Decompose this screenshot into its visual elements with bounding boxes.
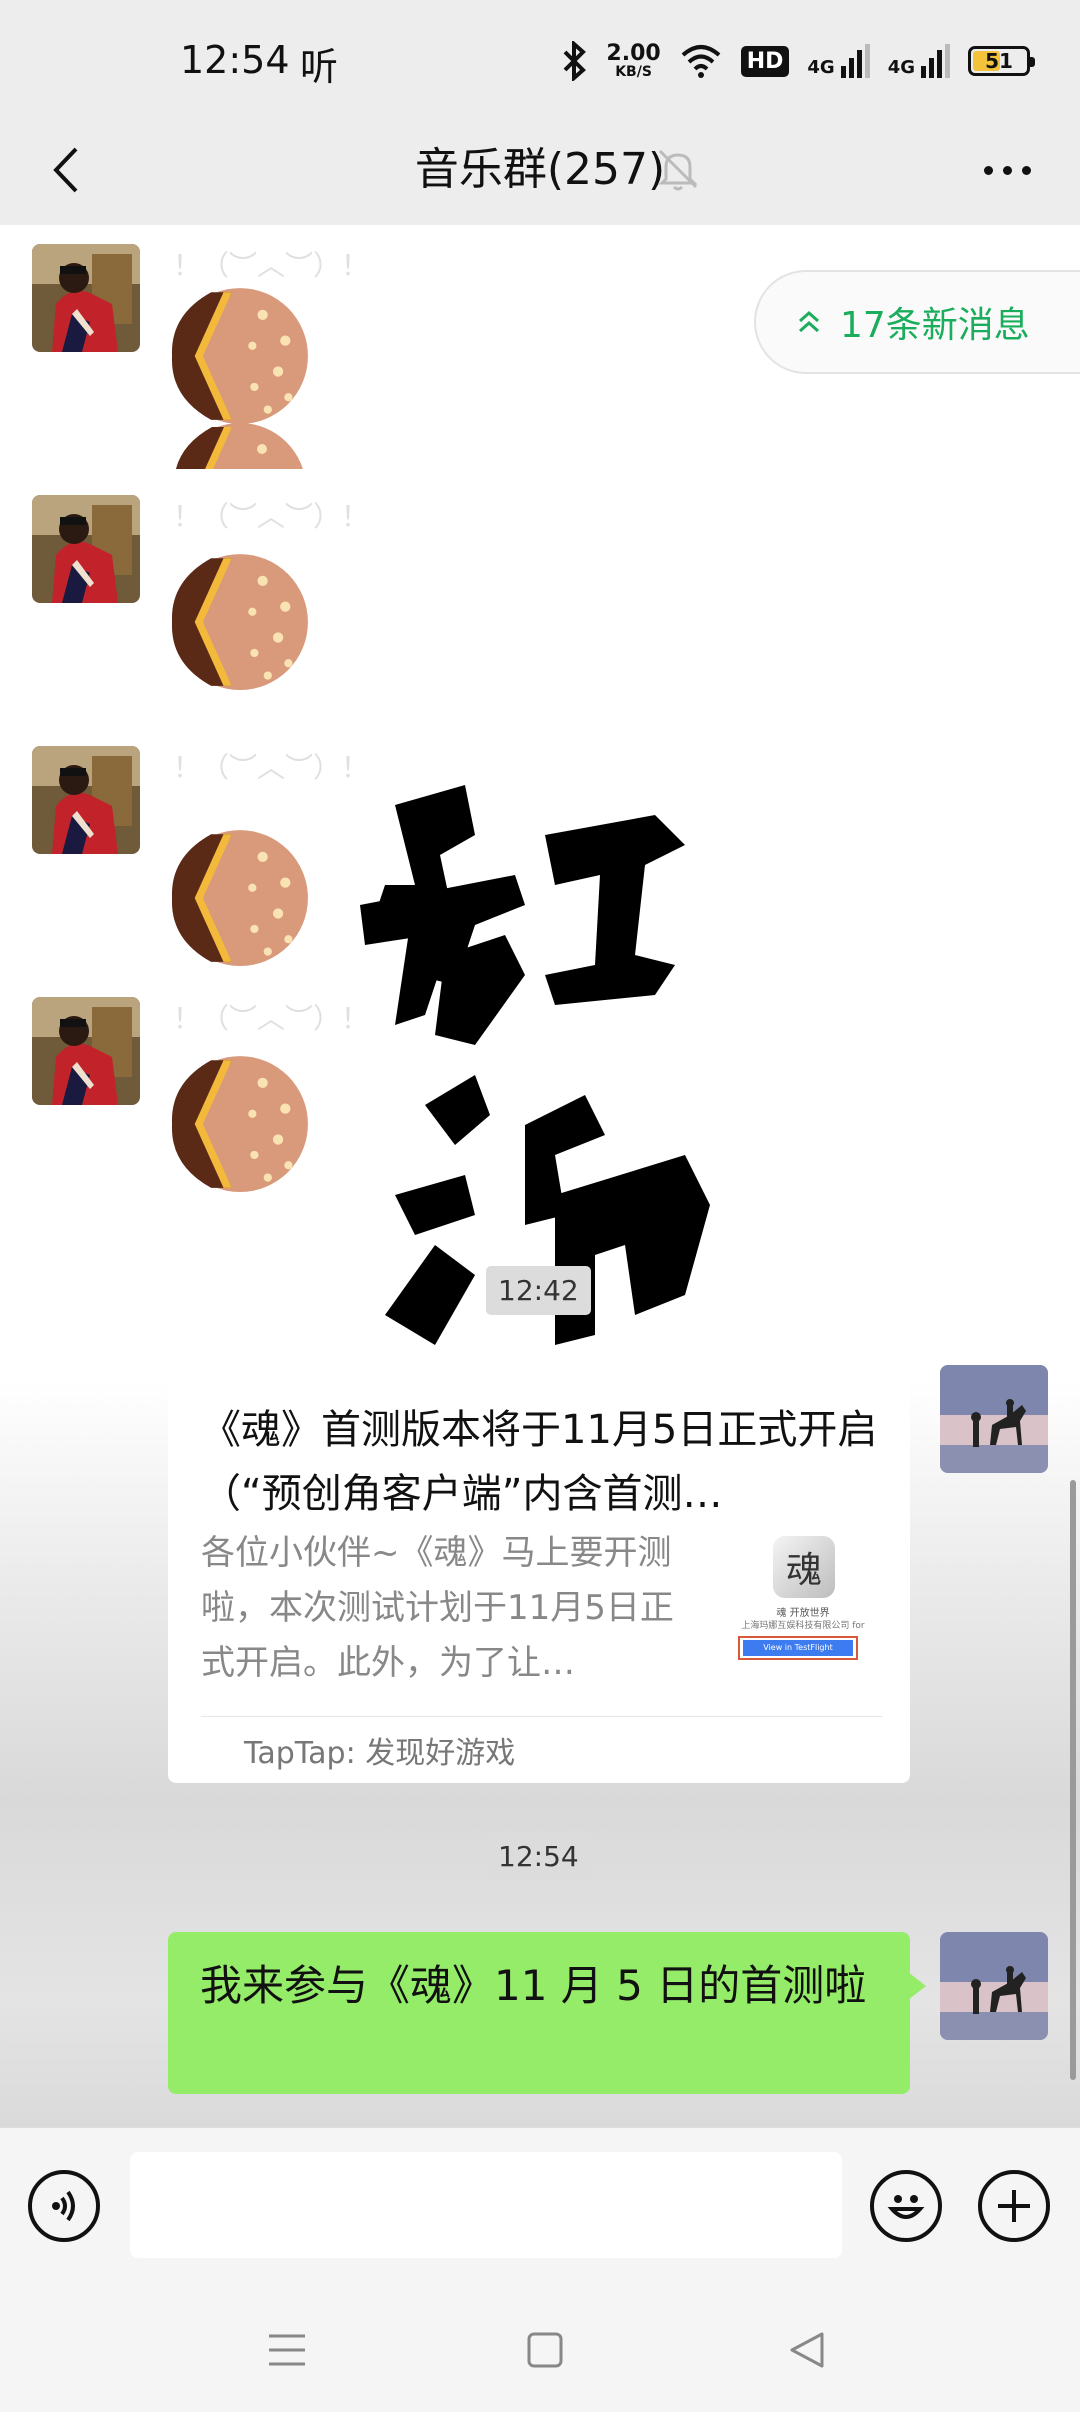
link-card-thumbnail: 魂 魂 开放世界 上海玛娜互娱科技有限公司 for View in TestFl…: [728, 1536, 878, 1666]
sticker-message[interactable]: ！（︶︿︶）！: [165, 746, 369, 966]
network-speed: 2.00 KB/S: [606, 41, 661, 80]
square-icon: [527, 2332, 563, 2368]
home-button[interactable]: [520, 2325, 570, 2375]
burger-sticker: [171, 554, 308, 690]
timestamp: 12:42: [486, 1266, 591, 1315]
ting-icon: 听: [300, 45, 339, 89]
status-time: 12:54: [180, 38, 290, 82]
sender-avatar[interactable]: [32, 997, 140, 1105]
hd-badge: HD: [740, 45, 790, 77]
scrollbar[interactable]: [1070, 1480, 1076, 2080]
my-message-bubble[interactable]: 我来参与《魂》11 月 5 日的首测啦: [168, 1932, 926, 2094]
voice-input-button[interactable]: [28, 2170, 100, 2242]
my-avatar[interactable]: [940, 1365, 1048, 1473]
timestamp: 12:54: [486, 1832, 591, 1881]
sticker-caption: ！（︶︿︶）！: [173, 500, 370, 533]
app-icon: 魂: [773, 1536, 835, 1598]
plus-icon: [998, 2190, 1030, 2222]
new-messages-label: 17条新消息: [840, 305, 1030, 346]
link-card-divider: [201, 1716, 882, 1717]
sender-avatar[interactable]: [32, 244, 140, 352]
input-bar: [0, 2127, 1080, 2288]
mute-bell-icon: [658, 149, 698, 191]
battery-percent: 51: [985, 49, 1013, 73]
sticker-caption: ！（︶︿︶）！: [173, 1002, 370, 1035]
battery-icon: 51: [968, 46, 1035, 76]
burger-sticker: [171, 288, 308, 424]
network-speed-value: 2.00: [606, 41, 661, 66]
signal-4g-2-icon: 4G: [888, 44, 950, 78]
back-nav-button[interactable]: [782, 2325, 832, 2375]
bluetooth-icon: [563, 41, 587, 81]
chat-title: 音乐群(257): [414, 144, 666, 195]
wifi-icon: [681, 45, 721, 78]
link-card-source: TapTap: 发现好游戏: [244, 1736, 516, 1771]
double-chevron-up-icon: [799, 310, 819, 333]
status-icons: 2.00 KB/S HD 4G 4G 51: [562, 36, 1035, 86]
net-label: 4G: [807, 57, 835, 78]
status-bar: 12:54 听 2.00 KB/S HD 4G 4G 51: [0, 0, 1080, 115]
burger-sticker: [171, 1056, 308, 1192]
sticker-caption: ！（︶︿︶）！: [173, 751, 370, 784]
menu-icon: [269, 2334, 305, 2366]
thumb-caption: 魂 开放世界: [776, 1608, 830, 1619]
sticker-message[interactable]: ！（︶︿︶）！: [165, 244, 369, 469]
more-options-button[interactable]: [962, 140, 1052, 200]
link-card-message[interactable]: 《魂》首测版本将于11月5日正式开启（“预创角客户端”内含首测… 各位小伙伴~《…: [168, 1368, 910, 1783]
link-card-title: 《魂》首测版本将于11月5日正式开启（“预创角客户端”内含首测…: [201, 1407, 878, 1517]
thumb-company: 上海玛娜互娱科技有限公司 for: [741, 1621, 865, 1631]
burger-sticker: [171, 830, 308, 966]
triangle-back-icon: [790, 2332, 824, 2368]
emoji-icon: [887, 2195, 925, 2219]
network-speed-unit: KB/S: [615, 64, 652, 80]
burger-sticker: [173, 423, 306, 469]
my-avatar[interactable]: [940, 1932, 1048, 2040]
chat-header: 音乐群(257): [0, 115, 1080, 225]
message-input[interactable]: [130, 2152, 842, 2258]
sender-avatar[interactable]: [32, 746, 140, 854]
new-messages-button[interactable]: 17条新消息: [754, 270, 1080, 374]
sticker-message[interactable]: ！（︶︿︶）！: [165, 997, 369, 1217]
link-card-description: 各位小伙伴~《魂》马上要开测啦，本次测试计划于11月5日正式开启。此外，为了让…: [201, 1533, 674, 1683]
signal-4g-1-icon: 4G: [807, 44, 870, 78]
emoji-button[interactable]: [870, 2170, 942, 2242]
sticker-message[interactable]: ！（︶︿︶）！: [165, 495, 369, 715]
sticker-caption: ！（︶︿︶）！: [173, 249, 370, 282]
voice-icon: [52, 2190, 75, 2222]
recent-apps-button[interactable]: [262, 2325, 312, 2375]
thumb-button: View in TestFlight: [743, 1640, 853, 1656]
system-navigation-bar: [0, 2287, 1080, 2412]
net-label: 4G: [887, 57, 915, 78]
sender-avatar[interactable]: [32, 495, 140, 603]
more-actions-button[interactable]: [978, 2170, 1050, 2242]
